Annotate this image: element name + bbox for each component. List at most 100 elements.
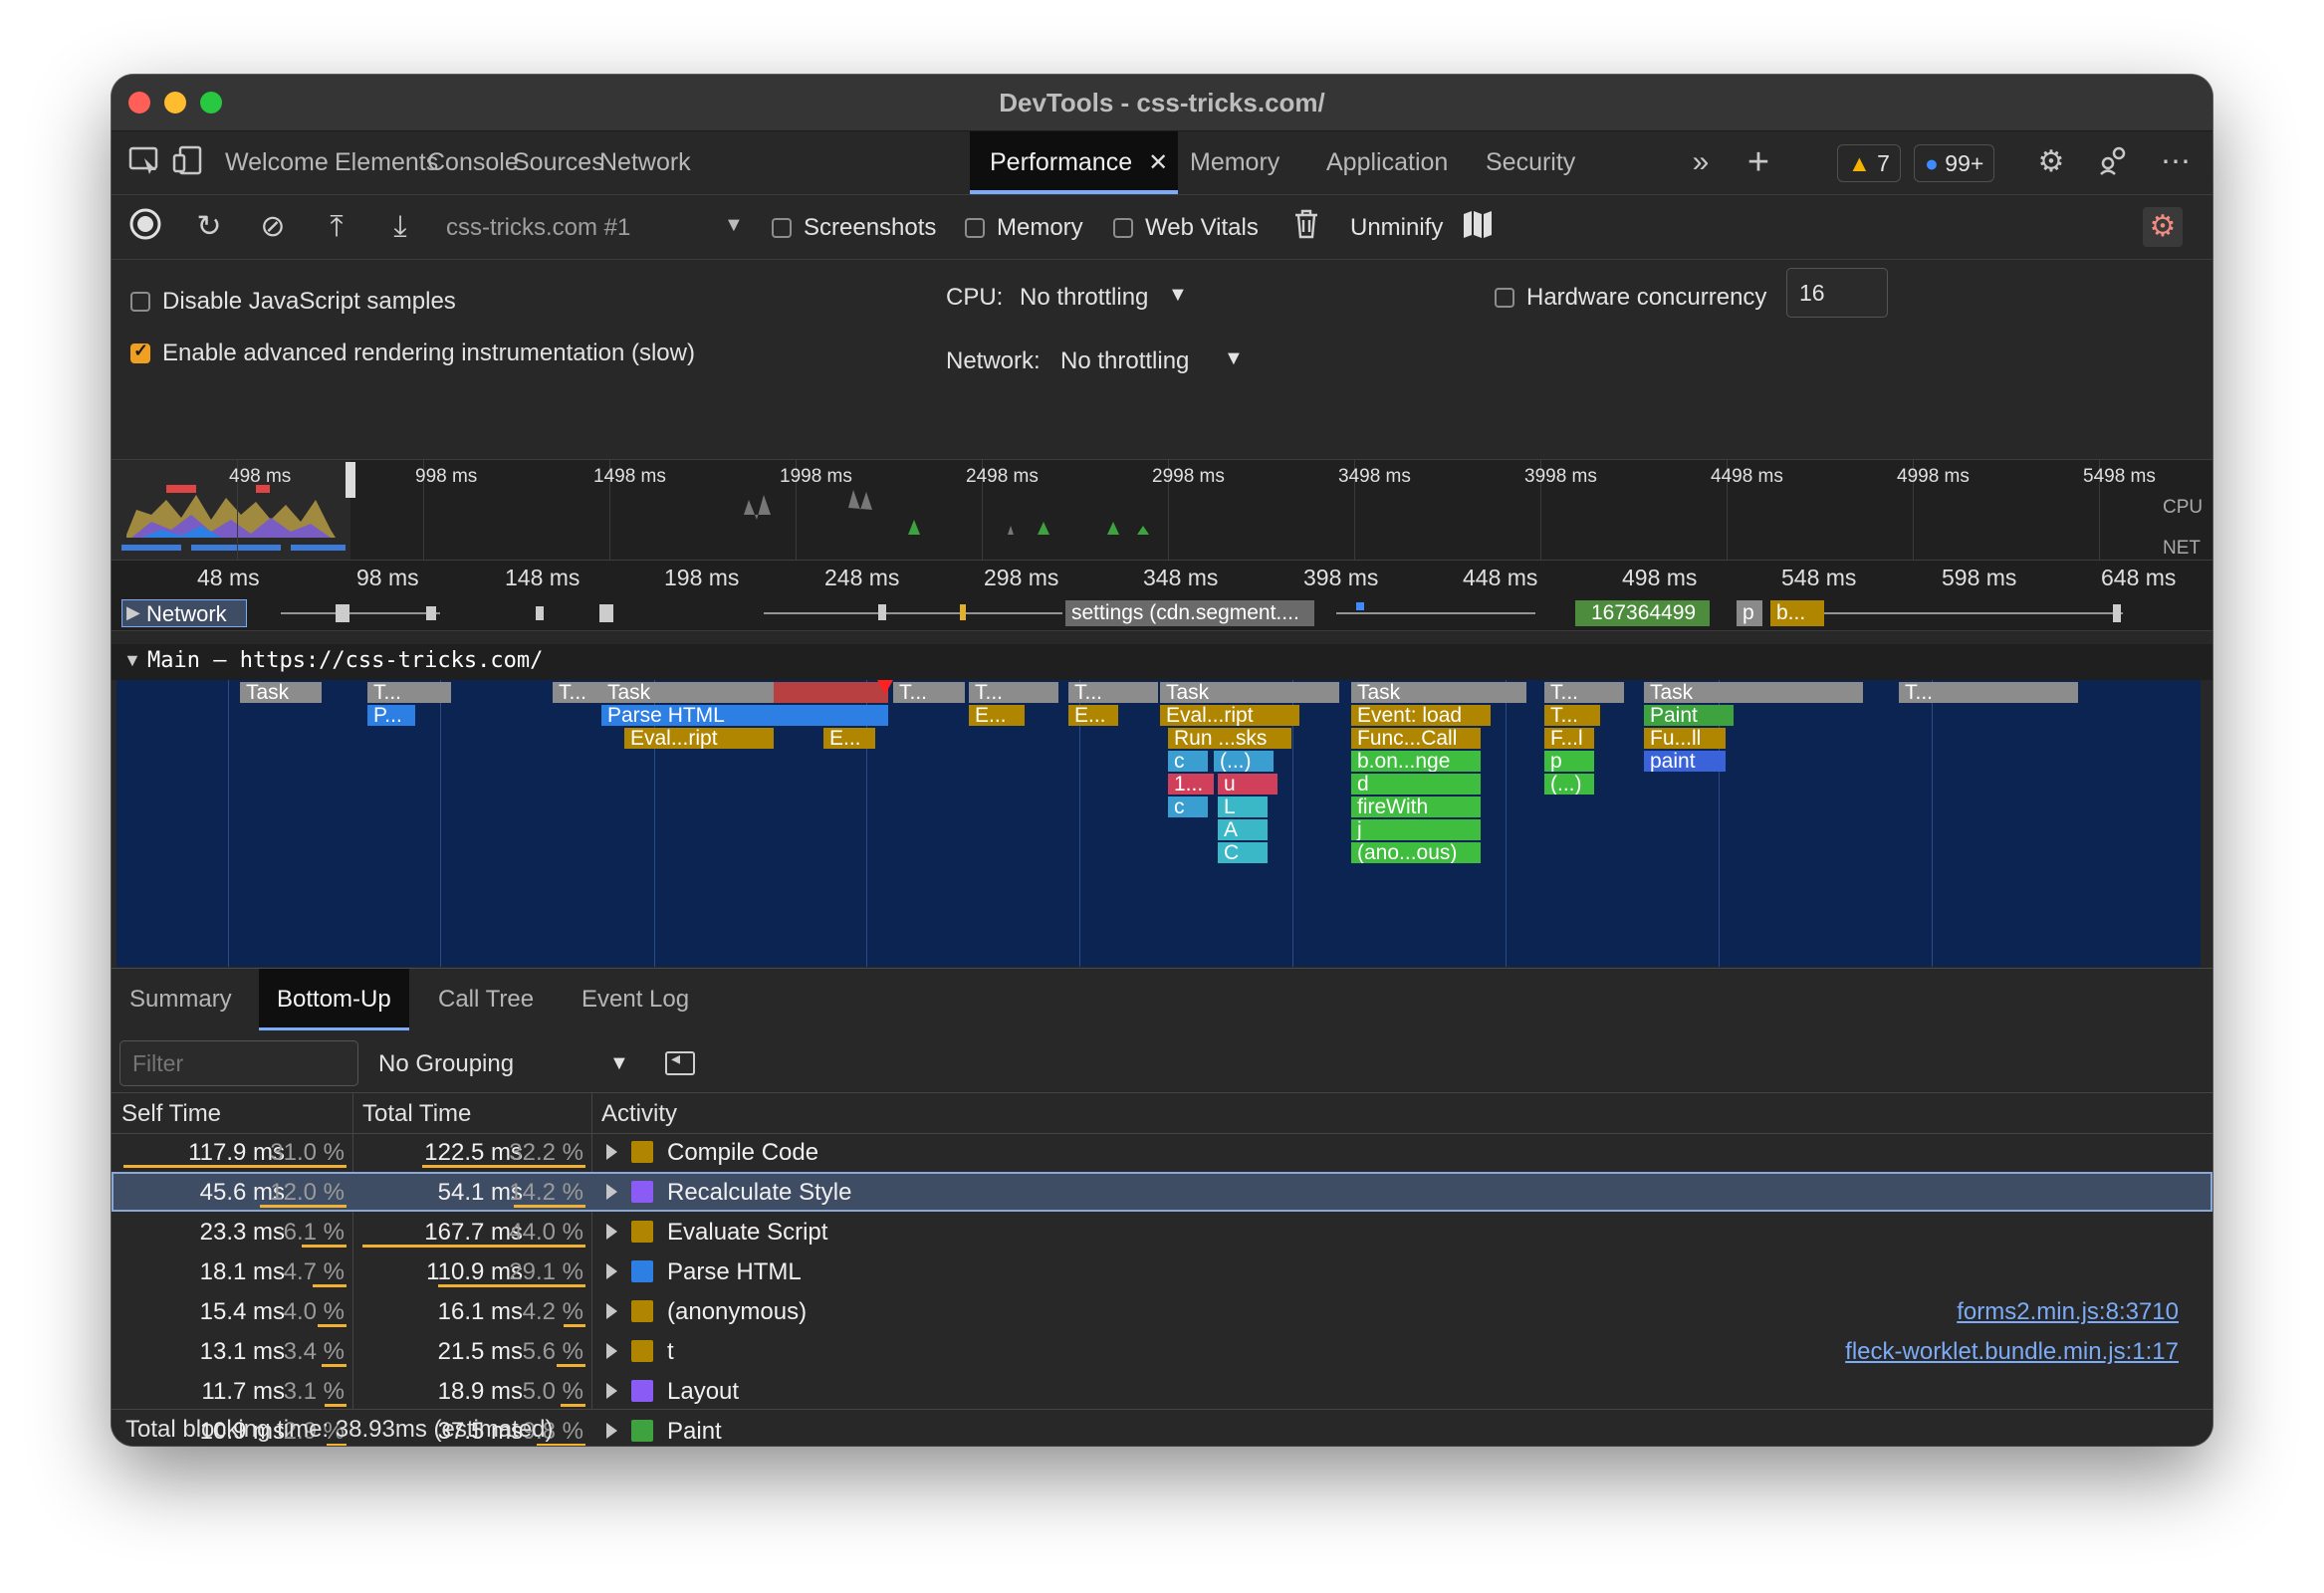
- flame-block[interactable]: P...: [367, 705, 415, 726]
- flame-block[interactable]: E...: [969, 705, 1025, 726]
- network-request-bar[interactable]: p: [1737, 600, 1762, 626]
- flame-block[interactable]: Eval...ript: [624, 728, 774, 749]
- inspect-element-icon[interactable]: [125, 143, 163, 181]
- flame-block[interactable]: Event: load: [1351, 705, 1491, 726]
- flame-block[interactable]: T...: [367, 682, 451, 703]
- flame-block[interactable]: T...: [969, 682, 1058, 703]
- close-tab-icon[interactable]: ✕: [1148, 149, 1168, 176]
- more-options-icon[interactable]: ⋯: [2157, 143, 2195, 181]
- flame-block[interactable]: paint: [1644, 751, 1726, 772]
- add-tab-plus-icon[interactable]: +: [1740, 143, 1777, 181]
- flame-block[interactable]: T...: [1068, 682, 1158, 703]
- network-request-bar[interactable]: 167364499: [1575, 600, 1710, 626]
- table-row[interactable]: 117.9 ms 31.0 % 122.5 ms 32.2 % Compile Code: [112, 1132, 2212, 1172]
- hw-concurrency-checkbox[interactable]: [1495, 288, 1514, 308]
- flame-block[interactable]: T...: [1544, 705, 1600, 726]
- table-row[interactable]: 15.4 ms 4.0 % 16.1 ms 4.2 % (anonymous) forms…: [112, 1291, 2212, 1331]
- table-row[interactable]: 11.7 ms 3.1 % 18.9 ms 5.0 % Layout: [112, 1371, 2212, 1411]
- flame-block[interactable]: T...: [893, 682, 965, 703]
- capture-settings-gear-icon[interactable]: ⚙: [2143, 207, 2183, 247]
- tab-call-tree[interactable]: Call Tree: [420, 969, 552, 1030]
- advanced-rendering-checkbox[interactable]: [130, 341, 150, 363]
- network-request-bar[interactable]: b...: [1770, 600, 1824, 626]
- flame-block[interactable]: u: [1218, 774, 1278, 795]
- table-row[interactable]: 45.6 ms 12.0 % 54.1 ms 14.2 % Recalculate St…: [112, 1172, 2212, 1212]
- tab-memory[interactable]: Memory: [1170, 131, 1299, 194]
- flame-block[interactable]: Task: [601, 682, 888, 703]
- flame-block[interactable]: Run ...sks: [1168, 728, 1291, 749]
- map-icon[interactable]: [1458, 207, 1498, 247]
- network-track[interactable]: ▶ Network settings (cdn.segment.... 1673…: [112, 596, 2212, 631]
- flame-block[interactable]: Func...Call: [1351, 728, 1481, 749]
- more-tabs-chevron-icon[interactable]: »: [1682, 143, 1720, 181]
- expand-row-icon[interactable]: [606, 1383, 617, 1399]
- flame-block[interactable]: Parse HTML: [601, 705, 888, 726]
- flame-block[interactable]: 1...: [1168, 774, 1214, 795]
- main-thread-header[interactable]: ▼ Main — https://css-tricks.com/: [112, 644, 2212, 680]
- source-link[interactable]: fleck-worklet.bundle.min.js:1:17: [1845, 1338, 2179, 1366]
- flame-block[interactable]: Fu...ll: [1644, 728, 1726, 749]
- profile-select[interactable]: css-tricks.com #1: [446, 214, 630, 242]
- expand-row-icon[interactable]: [606, 1224, 617, 1240]
- warnings-badge[interactable]: ▲ 7: [1837, 144, 1901, 182]
- column-total-time[interactable]: Total Time: [362, 1100, 471, 1128]
- tab-network[interactable]: Network: [580, 131, 711, 194]
- memory-checkbox[interactable]: [965, 218, 985, 238]
- flame-block[interactable]: j: [1351, 819, 1481, 840]
- flame-block[interactable]: E...: [1068, 705, 1118, 726]
- flame-block[interactable]: c: [1168, 796, 1208, 817]
- flame-block[interactable]: E...: [823, 728, 875, 749]
- flame-block[interactable]: T...: [1544, 682, 1624, 703]
- sidebar-toggle-icon[interactable]: ◂: [665, 1048, 695, 1075]
- cpu-throttling-select[interactable]: No throttling: [1020, 284, 1148, 312]
- expand-row-icon[interactable]: [606, 1303, 617, 1319]
- grouping-caret-icon[interactable]: ▼: [609, 1052, 629, 1075]
- timeline-overview[interactable]: 498 ms 998 ms 1498 ms 1998 ms 2498 ms 29…: [112, 460, 2212, 561]
- flame-block[interactable]: Paint: [1644, 705, 1734, 726]
- flame-block[interactable]: C: [1218, 842, 1268, 863]
- column-activity[interactable]: Activity: [601, 1100, 677, 1128]
- customize-devtools-icon[interactable]: [2095, 143, 2133, 181]
- table-row[interactable]: 18.1 ms 4.7 % 110.9 ms 29.1 % Parse HTML: [112, 1252, 2212, 1291]
- flame-block[interactable]: Eval...ript: [1160, 705, 1299, 726]
- flame-block[interactable]: L: [1218, 796, 1268, 817]
- flame-block[interactable]: (...): [1544, 774, 1594, 795]
- expand-row-icon[interactable]: [606, 1184, 617, 1200]
- settings-gear-icon[interactable]: ⚙: [2032, 143, 2070, 181]
- flame-block[interactable]: b.on...nge: [1351, 751, 1481, 772]
- flame-block[interactable]: Task: [240, 682, 322, 703]
- flame-block[interactable]: d: [1351, 774, 1481, 795]
- cpu-select-caret-icon[interactable]: ▼: [1168, 284, 1188, 307]
- filter-input[interactable]: [119, 1040, 358, 1086]
- table-row[interactable]: 23.3 ms 6.1 % 167.7 ms 44.0 % Evaluate Scrip…: [112, 1212, 2212, 1252]
- device-toolbar-icon[interactable]: [169, 143, 207, 181]
- flame-block[interactable]: (...): [1214, 751, 1274, 772]
- upload-profile-icon[interactable]: ⤒: [317, 207, 356, 247]
- expand-row-icon[interactable]: [606, 1144, 617, 1160]
- tab-security[interactable]: Security: [1466, 131, 1595, 194]
- expand-row-icon[interactable]: [606, 1263, 617, 1279]
- tab-event-log[interactable]: Event Log: [564, 969, 707, 1030]
- reload-record-icon[interactable]: ↻: [189, 207, 229, 247]
- screenshots-checkbox[interactable]: [772, 218, 792, 238]
- tab-summary[interactable]: Summary: [112, 969, 250, 1030]
- flame-block[interactable]: p: [1544, 751, 1594, 772]
- disable-js-samples-checkbox[interactable]: [130, 292, 150, 312]
- profile-select-caret-icon[interactable]: ▼: [724, 214, 744, 237]
- network-throttling-select[interactable]: No throttling: [1060, 347, 1189, 375]
- flame-block[interactable]: A: [1218, 819, 1268, 840]
- tab-performance[interactable]: Performance ✕: [970, 131, 1179, 194]
- table-row[interactable]: 13.1 ms 3.4 % 21.5 ms 5.6 % t fleck-worklet.b…: [112, 1331, 2212, 1371]
- main-flame-chart[interactable]: Task T... T... Task T... T... T... Task …: [116, 680, 2201, 967]
- hw-concurrency-input[interactable]: 16: [1786, 268, 1888, 318]
- flame-block[interactable]: c: [1168, 751, 1208, 772]
- flame-block[interactable]: Task: [1644, 682, 1863, 703]
- flame-block[interactable]: (ano...ous): [1351, 842, 1481, 863]
- flame-block[interactable]: Task: [1160, 682, 1339, 703]
- grouping-select[interactable]: No Grouping: [378, 1050, 514, 1078]
- network-select-caret-icon[interactable]: ▼: [1224, 347, 1244, 370]
- flame-block[interactable]: F...l: [1544, 728, 1594, 749]
- flame-block[interactable]: fireWith: [1351, 796, 1481, 817]
- messages-badge[interactable]: ● 99+: [1914, 144, 1995, 182]
- network-request-bar[interactable]: settings (cdn.segment....: [1065, 600, 1314, 626]
